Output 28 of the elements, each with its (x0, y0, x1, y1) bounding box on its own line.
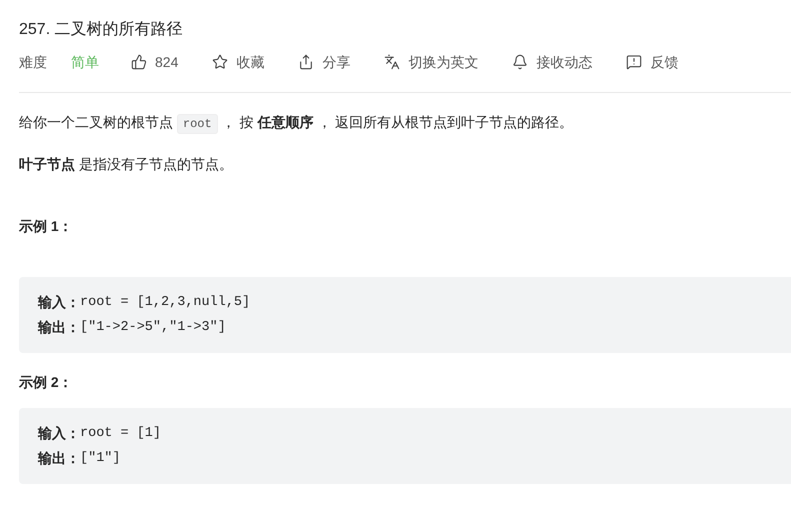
feedback-button[interactable]: 反馈 (626, 52, 678, 72)
example-line-value: ["1->2->5","1->3"] (80, 319, 226, 337)
example-line-value: root = [1] (80, 425, 162, 443)
example-line-label: 输出： (38, 449, 80, 468)
example-line-value: root = [1,2,3,null,5] (80, 294, 250, 312)
problem-title: 257. 二叉树的所有路径 (19, 20, 184, 40)
thumbs-up-icon (131, 54, 147, 70)
bell-icon (512, 54, 528, 70)
example-line-value: ["1"] (80, 450, 121, 468)
translate-icon (384, 54, 400, 70)
notify-button[interactable]: 接收动态 (512, 52, 592, 72)
feedback-icon (626, 54, 642, 70)
description-text: 叶子节点 是指没有子节点的节点。 (19, 155, 234, 174)
example-line-label: 输出： (38, 318, 80, 337)
like-button[interactable]: 824 (131, 52, 178, 72)
share-button[interactable]: 分享 (298, 52, 350, 72)
star-icon (212, 54, 228, 70)
translate-button[interactable]: 切换为英文 (384, 52, 478, 72)
favorite-button[interactable]: 收藏 (212, 52, 264, 72)
share-icon (298, 54, 314, 70)
example-line-label: 输入： (38, 293, 80, 312)
example-title: 示例 2： (19, 373, 74, 392)
description-text: 给你一个二叉树的根节点 root ， 按 任意顺序 ， 返回所有从根节点到叶子节点的路径。 (19, 111, 791, 135)
example-title: 示例 1： (19, 217, 74, 236)
difficulty-label: 难度 (19, 52, 47, 72)
example-line-label: 输入： (38, 424, 80, 443)
difficulty-value: 简单 (71, 52, 99, 72)
inline-code: root (176, 114, 218, 134)
